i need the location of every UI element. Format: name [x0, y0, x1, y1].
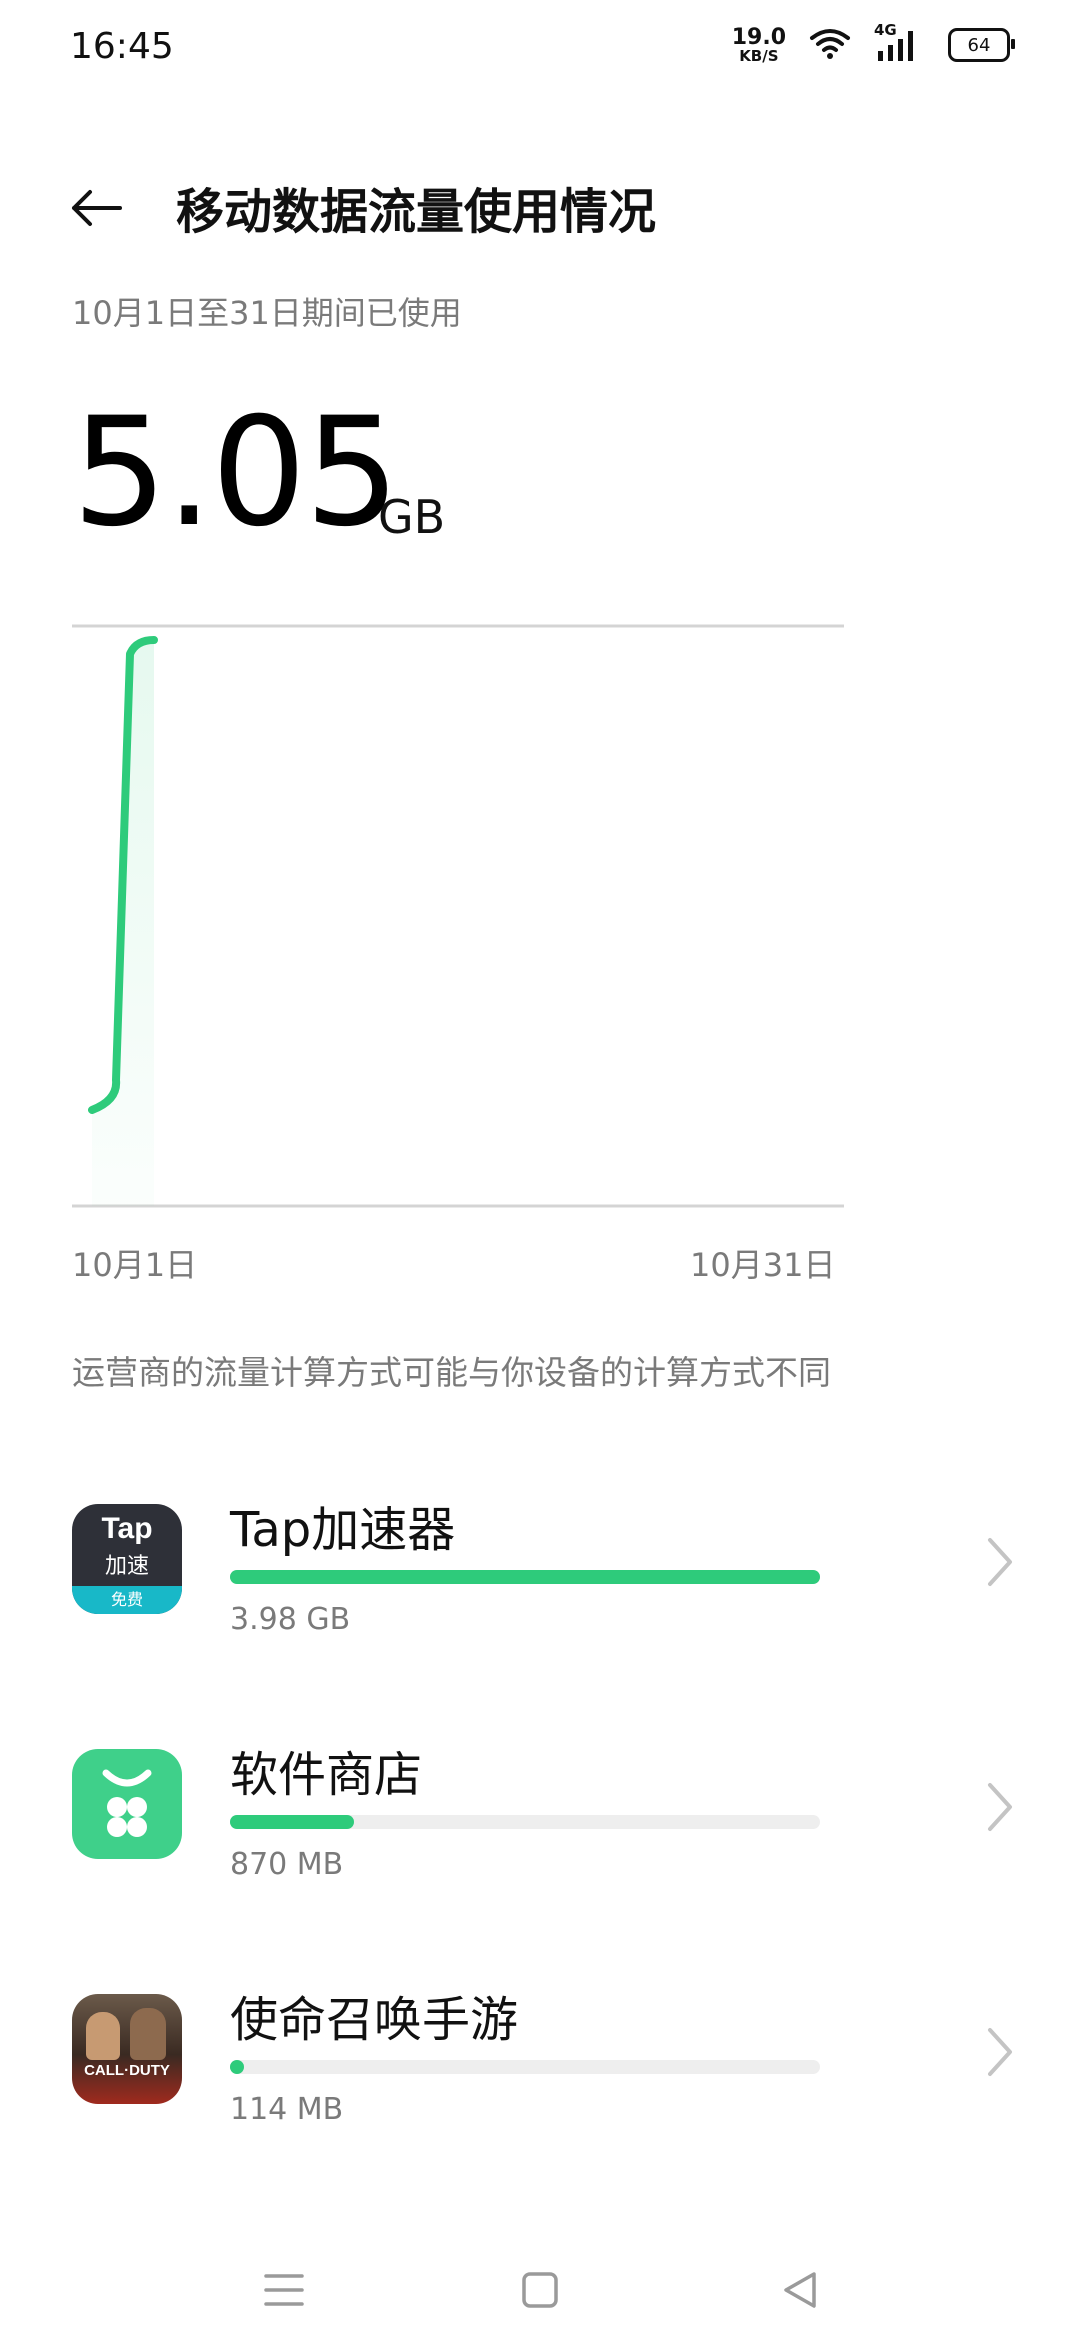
app-row-call-of-duty[interactable]: CALL·DUTY 使命召唤手游 114 MB — [0, 1980, 1080, 2210]
app-usage: 114 MB — [230, 2092, 344, 2127]
usage-bar-fill — [230, 2060, 244, 2074]
menu-icon — [264, 2274, 304, 2306]
status-icons: 19.0 KB/S 4G 64 — [731, 21, 1015, 65]
period-label: 10月1日至31日期间已使用 — [72, 294, 462, 332]
usage-bar-fill — [230, 1570, 820, 1584]
total-usage-unit: GB — [378, 490, 446, 544]
arrow-left-icon — [72, 190, 122, 226]
chevron-right-icon — [988, 1538, 1012, 1586]
home-button[interactable] — [500, 2250, 580, 2330]
usage-bar-track — [230, 2060, 820, 2074]
chevron-right-icon — [988, 2028, 1012, 2076]
tap-accelerator-icon: Tap 加速 免费 — [72, 1504, 182, 1614]
cod-figure-right — [130, 2008, 166, 2060]
recents-button[interactable] — [244, 2250, 324, 2330]
cellular-signal-icon: 4G — [874, 21, 926, 63]
app-row-app-store[interactable]: 软件商店 870 MB — [0, 1735, 1080, 1965]
navigation-bar — [0, 2230, 1080, 2340]
home-icon — [522, 2272, 558, 2308]
usage-chart — [72, 624, 844, 1208]
back-triangle-icon — [784, 2272, 816, 2308]
battery-icon: 64 — [948, 28, 1015, 62]
tap-icon-text: Tap — [101, 1512, 153, 1545]
cod-figure-left — [86, 2012, 120, 2060]
cod-icon-text: CALL·DUTY — [84, 2062, 170, 2079]
back-button[interactable] — [58, 170, 134, 246]
call-of-duty-icon: CALL·DUTY — [72, 1994, 182, 2104]
usage-bar-track — [230, 1815, 820, 1829]
tap-icon-badge: 免费 — [72, 1586, 182, 1614]
usage-bar-fill — [230, 1815, 354, 1829]
chart-end-date: 10月31日 — [690, 1246, 836, 1284]
network-speed: 19.0 KB/S — [731, 24, 786, 65]
battery-level: 64 — [967, 34, 991, 56]
tap-icon-subtext: 加速 — [104, 1554, 149, 1579]
clover-icon — [102, 1769, 152, 1837]
nav-back-button[interactable] — [760, 2250, 840, 2330]
network-speed-unit: KB/S — [739, 46, 779, 65]
app-name: Tap加速器 — [230, 1502, 456, 1558]
page-title: 移动数据流量使用情况 — [176, 184, 657, 240]
carrier-note: 运营商的流量计算方式可能与你设备的计算方式不同 — [72, 1353, 831, 1392]
total-usage-value: 5.05 — [72, 386, 400, 560]
chart-start-date: 10月1日 — [72, 1246, 198, 1284]
app-name: 软件商店 — [230, 1747, 423, 1803]
app-name: 使命召唤手游 — [230, 1992, 519, 2048]
wifi-icon — [808, 26, 852, 64]
status-time: 16:45 — [70, 26, 174, 67]
app-row-tap-accelerator[interactable]: Tap 加速 免费 Tap加速器 3.98 GB — [0, 1490, 1080, 1720]
app-usage: 870 MB — [230, 1847, 344, 1882]
chevron-right-icon — [988, 1783, 1012, 1831]
app-usage: 3.98 GB — [230, 1602, 351, 1637]
app-store-icon — [72, 1749, 182, 1859]
usage-bar-track — [230, 1570, 820, 1584]
network-speed-value: 19.0 — [731, 24, 786, 50]
